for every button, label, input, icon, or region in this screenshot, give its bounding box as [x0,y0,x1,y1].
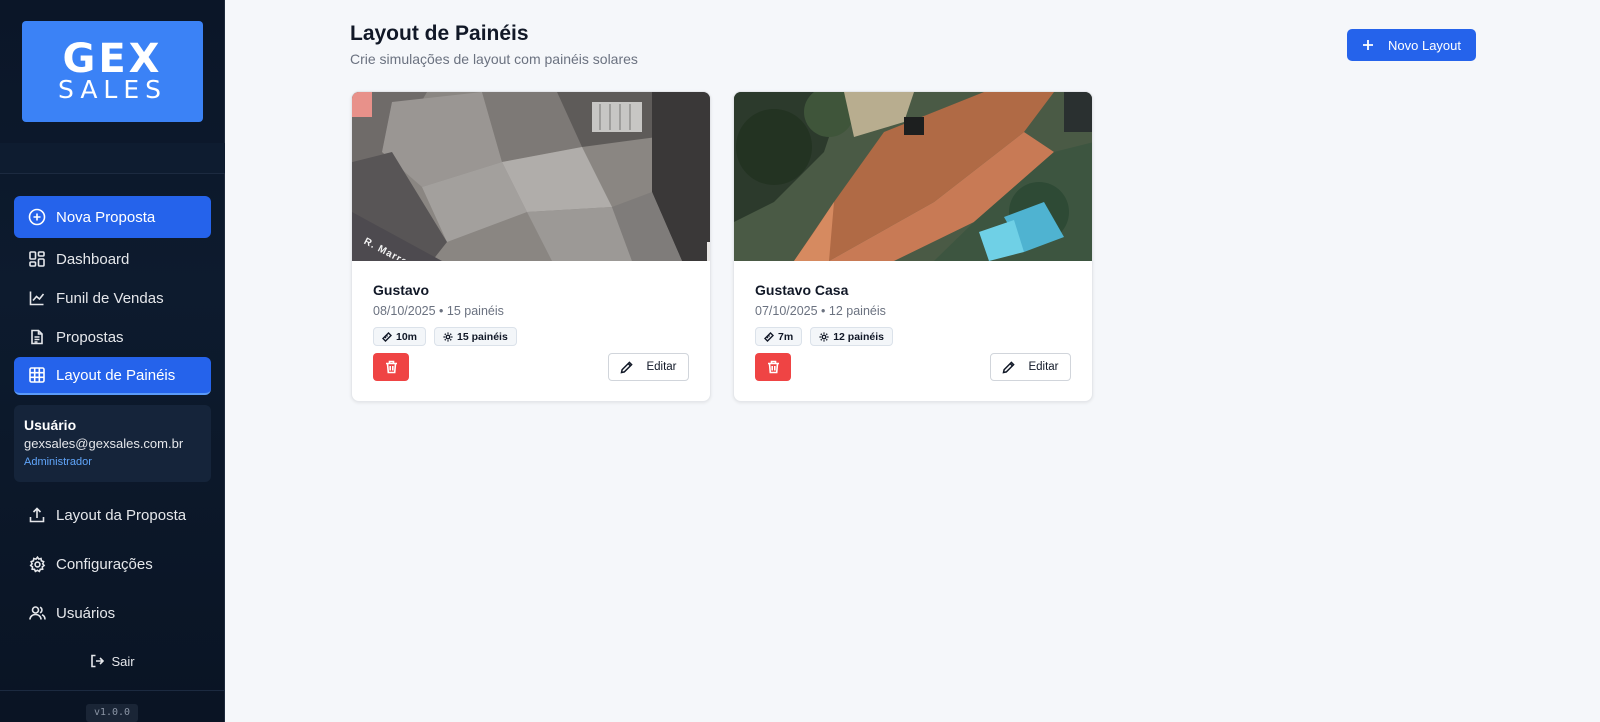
user-name: Usuário [24,417,77,433]
pencil-icon [620,360,634,373]
delete-button[interactable] [755,353,791,381]
length-tag-label: 7m [778,330,794,343]
card-meta: 07/10/2025 • 12 painéis [755,304,886,318]
upload-icon [28,506,46,524]
sidebar-item-proposals[interactable]: Propostas [14,318,211,356]
card-tags: 10m 15 painéis [373,327,517,346]
edit-label: Editar [646,361,677,373]
user-role: Administrador [24,456,92,468]
logo-text-bottom: SALES [57,74,168,104]
trash-icon [767,360,779,374]
sidebar-item-label: Dashboard [56,250,130,268]
sidebar-item-panel-layout[interactable]: Layout de Painéis [14,357,211,395]
new-layout-label: Novo Layout [1388,37,1461,53]
length-tag-label: 10m [396,330,418,343]
grid-icon [28,366,46,384]
gear-icon [28,555,46,573]
roof-satellite-image[interactable] [734,92,1092,261]
sidebar-item-label: Layout da Proposta [56,506,187,524]
plus-icon [1363,40,1373,50]
layout-card[interactable]: Gustavo 08/10/2025 • 15 painéis 10m 15 p… [351,91,711,402]
panels-tag-label: 15 painéis [457,330,508,343]
edit-button[interactable]: Editar [990,353,1071,381]
sidebar-item-label: Funil de Vendas [56,289,164,307]
sidebar-item-label: Propostas [56,328,124,346]
sidebar-item-label: Usuários [56,604,116,622]
dashboard-icon [28,250,46,268]
logout-button[interactable]: Sair [0,650,225,672]
user-card: Usuário gexsales@gexsales.com.br Adminis… [14,405,211,482]
sidebar-item-sales-funnel[interactable]: Funil de Vendas [14,279,211,317]
trash-icon [385,360,397,374]
card-tags: 7m 12 painéis [755,327,893,346]
new-layout-button[interactable]: Novo Layout [1347,29,1476,61]
panels-tag: 12 painéis [810,327,893,346]
length-tag: 7m [755,327,803,346]
ruler-icon [382,331,392,342]
sidebar-item-settings[interactable]: Configurações [14,544,211,584]
ruler-icon [764,331,774,342]
panels-tag: 15 painéis [434,327,517,346]
card-title: Gustavo Casa [755,282,849,298]
page-title: Layout de Painéis [350,22,529,45]
logo-text-top: GEX [62,35,163,82]
sidebar-item-label: Configurações [56,555,153,573]
sidebar-divider [0,690,225,691]
sidebar-spacer [0,143,225,173]
brand-logo[interactable]: GEX SALES [22,21,203,122]
sun-icon [443,332,453,341]
logout-label: Sair [111,653,135,669]
edit-label: Editar [1028,361,1059,373]
sidebar-divider [0,173,225,174]
delete-button[interactable] [373,353,409,381]
logout-icon [91,654,105,668]
sidebar-item-proposal-layout[interactable]: Layout da Proposta [14,495,211,535]
panels-tag-label: 12 painéis [833,330,884,343]
sun-icon [819,332,829,341]
roof-satellite-image[interactable] [352,92,710,261]
user-email: gexsales@gexsales.com.br [24,436,184,451]
sidebar-item-label: Layout de Painéis [56,366,176,384]
card-title: Gustavo [373,282,430,298]
sidebar-item-users[interactable]: Usuários [14,593,211,633]
plus-circle-icon [28,208,46,226]
sidebar-item-dashboard[interactable]: Dashboard [14,240,211,278]
edit-button[interactable]: Editar [608,353,689,381]
pencil-icon [1002,360,1016,373]
document-icon [28,328,46,346]
users-icon [28,604,46,622]
page-subtitle: Crie simulações de layout com painéis so… [350,51,638,67]
card-meta: 08/10/2025 • 15 painéis [373,304,504,318]
new-proposal-label: Nova Proposta [56,208,156,226]
new-proposal-button[interactable]: Nova Proposta [14,196,211,238]
length-tag: 10m [373,327,427,346]
version-badge: v1.0.0 [86,704,138,722]
chart-line-icon [28,289,46,307]
layout-card[interactable]: Gustavo Casa 07/10/2025 • 12 painéis 7m … [733,91,1093,402]
sidebar: GEX SALES Nova Proposta Dashboard Funil … [0,0,225,722]
